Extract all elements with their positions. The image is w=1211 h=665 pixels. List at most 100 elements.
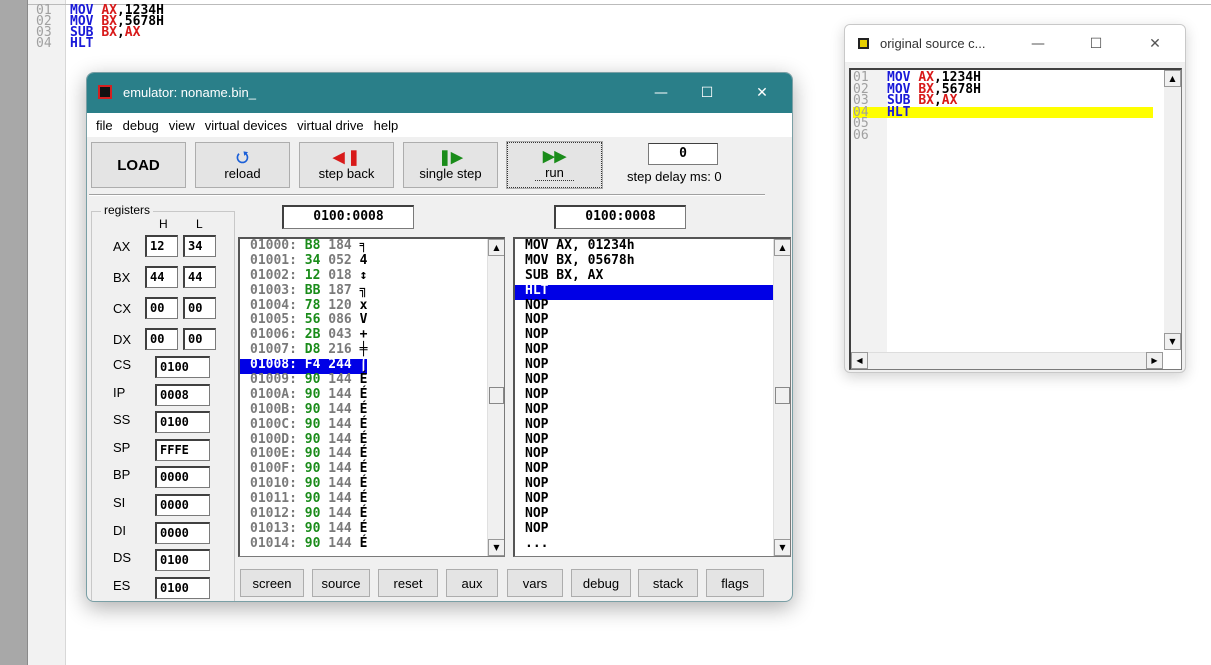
disassembly-row[interactable]: NOP: [515, 507, 773, 523]
memory-address: 0100C:: [250, 416, 297, 432]
scroll-up-icon[interactable]: ▲: [488, 239, 504, 256]
step-back-button[interactable]: ◀ ❚ step back: [299, 142, 394, 188]
reload-label: reload: [224, 165, 261, 181]
menu-item-help[interactable]: help: [369, 118, 404, 133]
disassembly-row[interactable]: NOP: [515, 418, 773, 434]
scroll-up-icon[interactable]: ▲: [1164, 70, 1181, 87]
single-step-button[interactable]: ❚▶ single step: [403, 142, 498, 188]
memory-ascii-char: É: [359, 535, 368, 551]
register-bp-field[interactable]: 0000: [155, 466, 210, 488]
memory-row[interactable]: 01014: 90 144 É: [240, 535, 368, 553]
source-editor[interactable]: 01 MOV AX,1234H 02 MOV BX,5678H 03 SUB BX,AX 0…: [36, 4, 164, 51]
register-ah-field[interactable]: 12: [145, 235, 178, 257]
source-button[interactable]: source: [312, 569, 370, 597]
memory-ascii-char: É: [359, 506, 368, 522]
disassembly-scroll-thumb[interactable]: [775, 387, 790, 404]
disassembly-row[interactable]: SUB BX, AX: [515, 269, 773, 285]
source-titlebar[interactable]: original source c... — ☐ ✕: [845, 25, 1185, 63]
scroll-down-icon[interactable]: ▼: [488, 539, 504, 556]
disassembly-address-input[interactable]: 0100:0008: [554, 205, 686, 229]
disassembly-listbox[interactable]: MOV AX, 01234h MOV BX, 05678h SUB BX, AX HL…: [513, 237, 791, 557]
disassembly-scrollbar[interactable]: ▲ ▼: [773, 239, 790, 556]
memory-address: 01005:: [250, 312, 297, 328]
disassembly-row[interactable]: NOP: [515, 388, 773, 404]
register-ss-field[interactable]: 0100: [155, 411, 210, 433]
scroll-down-icon[interactable]: ▼: [1164, 333, 1181, 350]
flags-button[interactable]: flags: [706, 569, 764, 597]
aux-button[interactable]: aux: [446, 569, 498, 597]
menu-item-view[interactable]: view: [164, 118, 200, 133]
disassembly-row[interactable]: NOP: [515, 492, 773, 508]
register-bl-field[interactable]: 44: [183, 266, 216, 288]
line-number: 04: [36, 36, 52, 51]
source-text-area[interactable]: 01 MOV AX,1234H 02 MOV BX,5678H 03 SUB BX,AX 0…: [849, 68, 1182, 370]
menu-item-debug[interactable]: debug: [118, 118, 164, 133]
disassembly-row[interactable]: NOP: [515, 477, 773, 493]
disassembly-row[interactable]: NOP: [515, 299, 773, 315]
scroll-down-icon[interactable]: ▼: [774, 539, 790, 556]
scroll-right-icon[interactable]: ▶: [1146, 352, 1163, 369]
close-button[interactable]: ✕: [1135, 25, 1175, 63]
memory-decimal-byte: 144: [328, 506, 352, 522]
minimize-button[interactable]: —: [638, 73, 684, 113]
memory-scroll-thumb[interactable]: [489, 387, 504, 404]
register-si-field[interactable]: 0000: [155, 494, 210, 516]
scroll-left-icon[interactable]: ◀: [851, 352, 868, 369]
step-delay-input[interactable]: 0: [648, 143, 718, 165]
disassembly-row[interactable]: NOP: [515, 403, 773, 419]
memory-hex-byte: 90: [304, 431, 321, 447]
disassembly-row[interactable]: ...: [515, 537, 773, 553]
memory-decimal-byte: 144: [328, 491, 352, 507]
disassembly-row[interactable]: NOP: [515, 343, 773, 359]
disassembly-row[interactable]: HLT: [515, 284, 773, 300]
memory-decimal-byte: 184: [328, 238, 352, 253]
source-vertical-scrollbar[interactable]: ▲ ▼: [1164, 70, 1181, 350]
register-di-field[interactable]: 0000: [155, 522, 210, 544]
memory-scrollbar[interactable]: ▲ ▼: [487, 239, 504, 556]
minimize-button[interactable]: —: [1018, 25, 1058, 63]
disassembly-row[interactable]: NOP: [515, 522, 773, 538]
reset-button[interactable]: reset: [378, 569, 438, 597]
emulator-titlebar[interactable]: emulator: noname.bin_ — ☐ ✕: [87, 73, 792, 113]
scroll-up-icon[interactable]: ▲: [774, 239, 790, 256]
stack-button[interactable]: stack: [638, 569, 698, 597]
single-step-icon: ❚▶: [438, 148, 463, 166]
menu-item-virtual-drive[interactable]: virtual drive: [292, 118, 368, 133]
run-button[interactable]: ▶▶ run: [506, 141, 603, 189]
disassembly-row[interactable]: NOP: [515, 328, 773, 344]
registers-legend: registers: [101, 203, 154, 217]
line-number: 06: [853, 127, 869, 143]
register-label-ss: SS: [113, 412, 131, 427]
maximize-button[interactable]: ☐: [1076, 25, 1116, 63]
close-button[interactable]: ✕: [739, 73, 785, 113]
load-button[interactable]: LOAD: [91, 142, 186, 188]
maximize-button[interactable]: ☐: [684, 73, 730, 113]
memory-listbox[interactable]: 01000: B8 184 ╕ 01001: 34 052 4 01002: 12 …: [238, 237, 505, 557]
disassembly-row[interactable]: NOP: [515, 462, 773, 478]
memory-address-input[interactable]: 0100:0008: [282, 205, 414, 229]
screen-button[interactable]: screen: [240, 569, 304, 597]
source-horizontal-scrollbar[interactable]: ◀ ▶: [851, 352, 1163, 369]
register-dh-field[interactable]: 00: [145, 328, 178, 350]
debug-button[interactable]: debug: [571, 569, 631, 597]
menu-item-file[interactable]: file: [91, 118, 118, 133]
register-sp-field[interactable]: FFFE: [155, 439, 210, 461]
menu-item-virtual-devices[interactable]: virtual devices: [200, 118, 292, 133]
disassembly-row[interactable]: NOP: [515, 314, 773, 329]
register-al-field[interactable]: 34: [183, 235, 216, 257]
vars-button[interactable]: vars: [507, 569, 563, 597]
register-cl-field[interactable]: 00: [183, 297, 216, 319]
register-ip-field[interactable]: 0008: [155, 384, 210, 406]
memory-address: 0100A:: [250, 386, 297, 402]
disassembly-row[interactable]: NOP: [515, 358, 773, 374]
register-bh-field[interactable]: 44: [145, 266, 178, 288]
reload-button[interactable]: ⭯ reload: [195, 142, 290, 188]
memory-address: 01009:: [250, 372, 297, 388]
register-dl-field[interactable]: 00: [183, 328, 216, 350]
disassembly-row[interactable]: NOP: [515, 373, 773, 389]
register-ch-field[interactable]: 00: [145, 297, 178, 319]
disassembly-row[interactable]: NOP: [515, 433, 773, 449]
register-cs-field[interactable]: 0100: [155, 356, 210, 378]
memory-ascii-char: +: [359, 327, 368, 343]
disassembly-row[interactable]: NOP: [515, 448, 773, 463]
